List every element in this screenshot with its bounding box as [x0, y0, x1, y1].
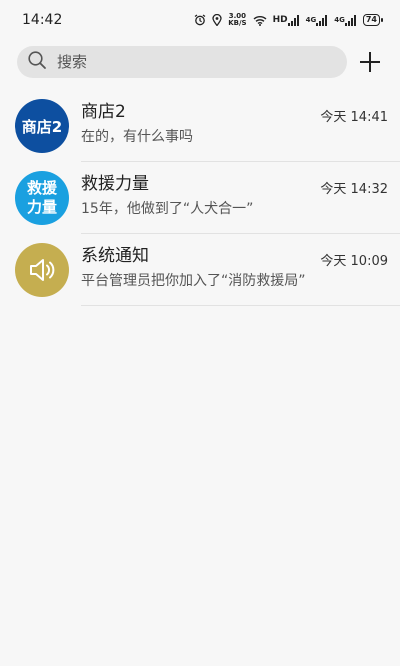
status-time: 14:42 — [22, 12, 63, 28]
conversation-list: 商店2 商店2 在的，有什么事吗 今天 14:41 救援 力量 救援力量 15年… — [0, 90, 400, 306]
network-speed: 3.00 KB/S — [228, 13, 246, 27]
avatar-text: 商店2 — [21, 117, 63, 136]
battery-icon: 74 — [362, 14, 384, 26]
avatar-text-line1: 救援 — [26, 179, 57, 197]
conversation-item[interactable]: 商店2 商店2 在的，有什么事吗 今天 14:41 — [0, 90, 400, 162]
conversation-time: 今天 14:41 — [320, 110, 388, 125]
signal-2-icon: 4G — [334, 14, 357, 26]
signal-1-icon: 4G — [305, 14, 329, 26]
conversation-content: 商店2 在的，有什么事吗 今天 14:41 — [81, 90, 400, 162]
plus-icon — [360, 52, 380, 72]
avatar: 救援 力量 — [15, 171, 69, 225]
speaker-icon — [30, 259, 55, 281]
conversation-preview: 15年，他做到了“人犬合一” — [81, 201, 254, 217]
alarm-icon — [194, 14, 206, 26]
avatar — [15, 243, 69, 297]
avatar: 商店2 — [15, 99, 69, 153]
search-icon — [27, 50, 47, 74]
net-speed-unit: KB/S — [228, 19, 247, 27]
avatar-text-line2: 力量 — [26, 198, 57, 216]
conversation-time: 今天 14:32 — [320, 182, 388, 197]
hd-label: HD — [272, 15, 288, 25]
conversation-preview: 在的，有什么事吗 — [81, 129, 193, 145]
hd-signal-icon: HD — [272, 14, 300, 26]
search-box[interactable] — [17, 46, 347, 78]
status-bar: 14:42 3.00 KB/S HD 4G 4G 74 — [0, 0, 400, 40]
search-row — [0, 40, 400, 84]
conversation-content: 救援力量 15年，他做到了“人犬合一” 今天 14:32 — [81, 162, 400, 234]
network-2-label: 4G — [305, 16, 317, 24]
search-input[interactable] — [55, 52, 319, 72]
conversation-item[interactable]: 系统通知 平台管理员把你加入了“消防救援局” 今天 10:09 — [0, 234, 400, 306]
conversation-content: 系统通知 平台管理员把你加入了“消防救援局” 今天 10:09 — [81, 234, 400, 306]
conversation-time: 今天 10:09 — [320, 254, 388, 269]
status-icons: 3.00 KB/S HD 4G 4G 74 — [194, 13, 384, 27]
conversation-preview: 平台管理员把你加入了“消防救援局” — [81, 273, 306, 289]
network-3-label: 4G — [334, 16, 345, 24]
wifi-icon — [253, 15, 267, 26]
conversation-item[interactable]: 救援 力量 救援力量 15年，他做到了“人犬合一” 今天 14:32 — [0, 162, 400, 234]
add-button[interactable] — [356, 48, 384, 76]
location-icon — [212, 14, 222, 26]
